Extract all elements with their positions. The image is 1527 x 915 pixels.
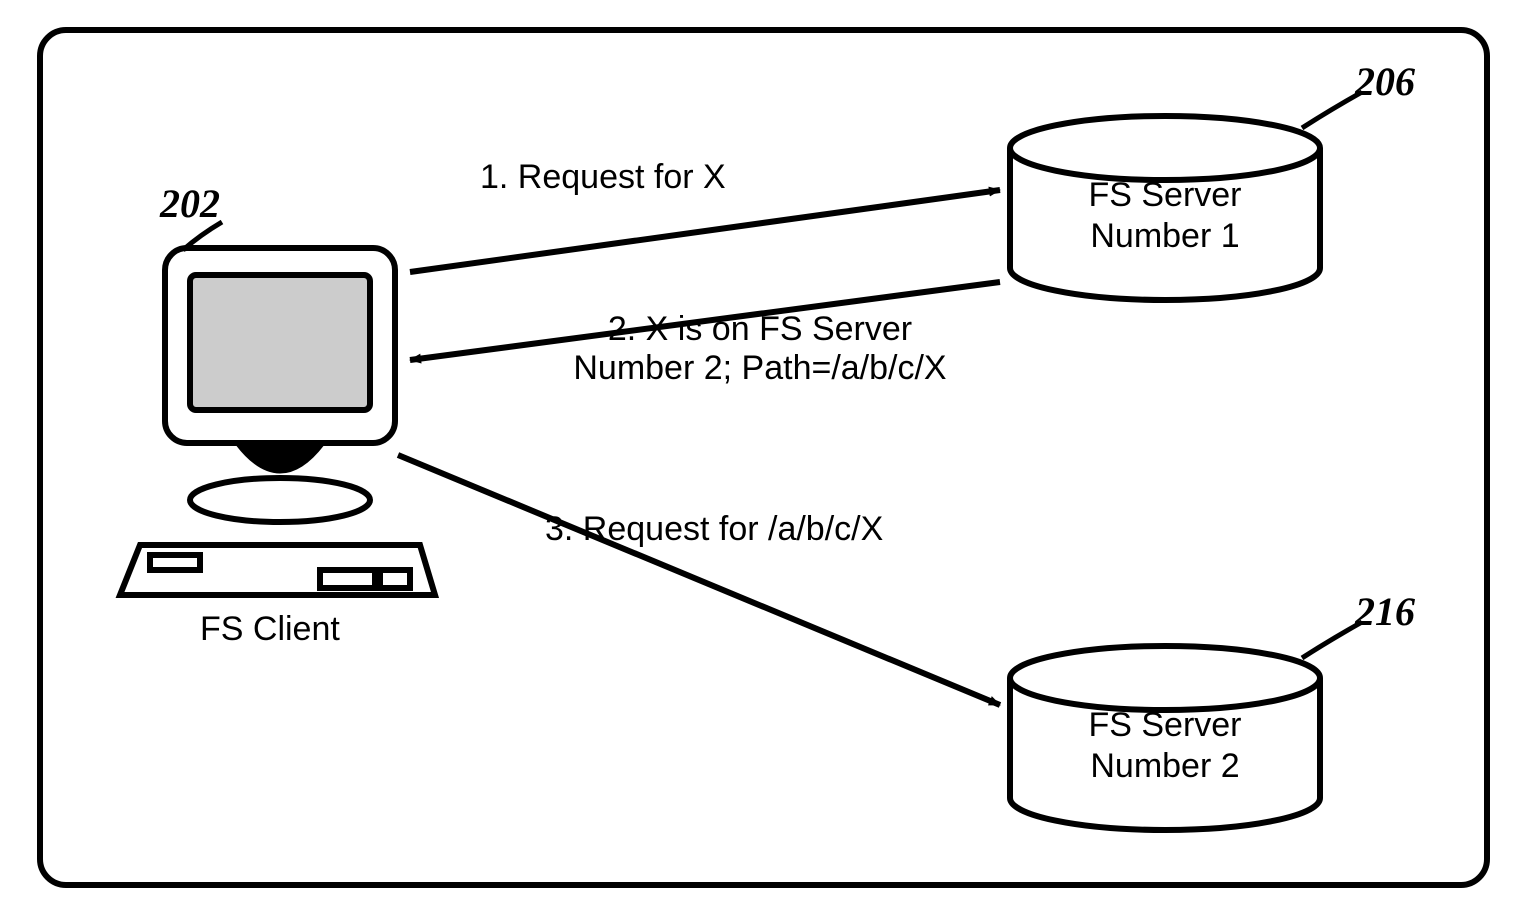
message-1: 1. Request for X: [480, 158, 726, 197]
server-1-label-line-1: FS Server: [1088, 176, 1241, 214]
server-1-label: FS Server Number 1: [1010, 175, 1320, 257]
message-3: 3. Request for /a/b/c/X: [545, 510, 883, 549]
message-2-line-2: Number 2; Path=/a/b/c/X: [573, 349, 946, 387]
server-2-label: FS Server Number 2: [1010, 705, 1320, 787]
computer-icon: [120, 248, 435, 595]
server-1-label-line-2: Number 1: [1090, 217, 1239, 255]
ref-number-server-1: 206: [1355, 58, 1415, 105]
client-label: FS Client: [200, 610, 340, 649]
ref-leader-216: [1302, 622, 1362, 658]
message-2: 2. X is on FS Server Number 2; Path=/a/b…: [525, 310, 995, 388]
ref-number-server-2: 216: [1355, 588, 1415, 635]
diagram-canvas: 202 206 216 FS Client FS Server Number 1…: [0, 0, 1527, 915]
ref-number-client: 202: [160, 180, 220, 227]
server-2-label-line-1: FS Server: [1088, 706, 1241, 744]
ref-leader-206: [1302, 92, 1362, 128]
arrow-request-x: [410, 190, 1000, 272]
message-2-line-1: 2. X is on FS Server: [608, 310, 912, 348]
arrow-request-abcx: [398, 455, 1000, 705]
server-2-label-line-2: Number 2: [1090, 747, 1239, 785]
